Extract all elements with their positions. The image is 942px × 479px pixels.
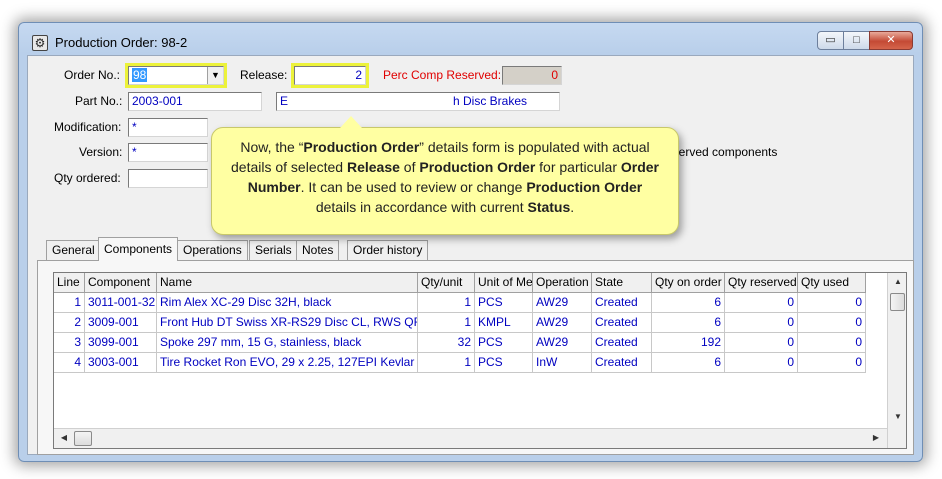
tab-notes[interactable]: Notes xyxy=(296,240,340,260)
column-header-line[interactable]: Line xyxy=(54,273,85,293)
cell-component: 3003-001 xyxy=(85,353,157,373)
vertical-scroll-thumb[interactable] xyxy=(890,293,905,311)
scroll-left-arrow-icon[interactable]: ◀ xyxy=(56,433,72,442)
part-description-field: E h Disc Brakes xyxy=(276,92,560,111)
scroll-right-arrow-icon[interactable]: ▶ xyxy=(868,433,884,442)
order-no-value: 98 xyxy=(132,68,148,82)
part-description-start: E xyxy=(280,94,289,108)
cell-qty-used: 0 xyxy=(798,333,866,353)
scroll-down-arrow-icon[interactable]: ▼ xyxy=(890,412,906,421)
cell-line: 4 xyxy=(54,353,85,373)
cell-qty-on-order: 6 xyxy=(652,293,725,313)
cell-name: Rim Alex XC-29 Disc 32H, black xyxy=(157,293,418,313)
tab-operations[interactable]: Operations xyxy=(177,240,248,260)
title-bar: ⚙ Production Order: 98-2 ▭ □ ✕ xyxy=(19,23,922,55)
cell-component: 3009-001 xyxy=(85,313,157,333)
modification-label: Modification: xyxy=(54,120,122,134)
qty-ordered-label: Qty ordered: xyxy=(54,171,121,185)
cell-qty-reserved: 0 xyxy=(725,333,798,353)
cell-operation: AW29 xyxy=(533,313,592,333)
part-no-field[interactable]: 2003-001 xyxy=(128,92,262,111)
column-header-name[interactable]: Name xyxy=(157,273,418,293)
column-header-qty-unit[interactable]: Qty/unit xyxy=(418,273,475,293)
version-label: Version: xyxy=(79,145,123,159)
chevron-down-icon[interactable]: ▼ xyxy=(207,67,223,84)
cell-state: Created xyxy=(592,293,652,313)
cell-qty-on-order: 6 xyxy=(652,313,725,333)
cell-line: 3 xyxy=(54,333,85,353)
app-gear-icon: ⚙ xyxy=(32,35,48,51)
column-header-qty-used[interactable]: Qty used xyxy=(798,273,866,293)
cell-unit-of-measure: KMPL xyxy=(475,313,533,333)
release-label: Release: xyxy=(240,68,288,82)
window-title: Production Order: 98-2 xyxy=(55,35,188,50)
cell-name: Front Hub DT Swiss XR-RS29 Disc CL, RWS … xyxy=(157,313,418,333)
column-header-qty-on-order[interactable]: Qty on order xyxy=(652,273,725,293)
cell-qty-unit: 1 xyxy=(418,313,475,333)
cell-qty-on-order: 192 xyxy=(652,333,725,353)
cell-component: 3011-001-32I xyxy=(85,293,157,313)
reserved-components-text: reserved components xyxy=(662,145,778,159)
cell-qty-unit: 32 xyxy=(418,333,475,353)
cell-line: 1 xyxy=(54,293,85,313)
cell-qty-on-order: 6 xyxy=(652,353,725,373)
cell-qty-reserved: 0 xyxy=(725,313,798,333)
tab-components[interactable]: Components xyxy=(98,237,179,261)
horizontal-scrollbar[interactable]: ◀ ▶ xyxy=(54,428,887,448)
cell-unit-of-measure: PCS xyxy=(475,333,533,353)
cell-name: Tire Rocket Ron EVO, 29 x 2.25, 127EPI K… xyxy=(157,353,418,373)
perc-comp-reserved-field: 0 xyxy=(502,66,562,85)
tab-serials[interactable]: Serials xyxy=(249,240,298,260)
release-field[interactable]: 2 xyxy=(291,63,369,88)
perc-comp-reserved-label: Perc Comp Reserved: xyxy=(383,68,502,82)
part-no-label: Part No.: xyxy=(75,94,123,108)
column-header-operation[interactable]: Operation xyxy=(533,273,592,293)
cell-unit-of-measure: PCS xyxy=(475,293,533,313)
qty-ordered-field[interactable] xyxy=(128,169,208,188)
callout-pointer xyxy=(340,116,362,128)
close-button[interactable]: ✕ xyxy=(869,31,913,50)
order-no-combobox[interactable]: 98 ▼ xyxy=(125,63,227,88)
cell-qty-used: 0 xyxy=(798,293,866,313)
cell-qty-used: 0 xyxy=(798,353,866,373)
cell-line: 2 xyxy=(54,313,85,333)
cell-state: Created xyxy=(592,353,652,373)
cell-component: 3099-001 xyxy=(85,333,157,353)
scroll-up-arrow-icon[interactable]: ▲ xyxy=(890,277,906,286)
cell-operation: AW29 xyxy=(533,333,592,353)
cell-state: Created xyxy=(592,333,652,353)
cell-qty-reserved: 0 xyxy=(725,293,798,313)
tab-general[interactable]: General xyxy=(46,240,101,260)
column-header-component[interactable]: Component xyxy=(85,273,157,293)
vertical-scrollbar[interactable]: ▲ ▼ xyxy=(887,273,906,448)
column-header-state[interactable]: State xyxy=(592,273,652,293)
column-header-unit-of-measure[interactable]: Unit of Me xyxy=(475,273,533,293)
cell-qty-unit: 1 xyxy=(418,353,475,373)
callout-text: Now, the “Production Order” details form… xyxy=(231,139,659,215)
components-table[interactable]: Line Component Name Qty/unit Unit of Me … xyxy=(53,272,907,449)
production-order-window: ⚙ Production Order: 98-2 ▭ □ ✕ Order No.… xyxy=(18,22,923,462)
tab-order-history[interactable]: Order history xyxy=(347,240,429,260)
callout-tooltip: Now, the “Production Order” details form… xyxy=(211,116,679,235)
part-description-end: h Disc Brakes xyxy=(453,94,528,108)
cell-unit-of-measure: PCS xyxy=(475,353,533,373)
cell-qty-reserved: 0 xyxy=(725,353,798,373)
cell-qty-used: 0 xyxy=(798,313,866,333)
column-header-qty-reserved[interactable]: Qty reserved xyxy=(725,273,798,293)
horizontal-scroll-thumb[interactable] xyxy=(74,431,92,446)
cell-state: Created xyxy=(592,313,652,333)
order-no-label: Order No.: xyxy=(64,68,121,82)
version-field[interactable]: * xyxy=(128,143,208,162)
cell-name: Spoke 297 mm, 15 G, stainless, black xyxy=(157,333,418,353)
cell-operation: InW xyxy=(533,353,592,373)
modification-field[interactable]: * xyxy=(128,118,208,137)
cell-qty-unit: 1 xyxy=(418,293,475,313)
maximize-button[interactable]: □ xyxy=(843,31,870,50)
minimize-button[interactable]: ▭ xyxy=(817,31,844,50)
cell-operation: AW29 xyxy=(533,293,592,313)
